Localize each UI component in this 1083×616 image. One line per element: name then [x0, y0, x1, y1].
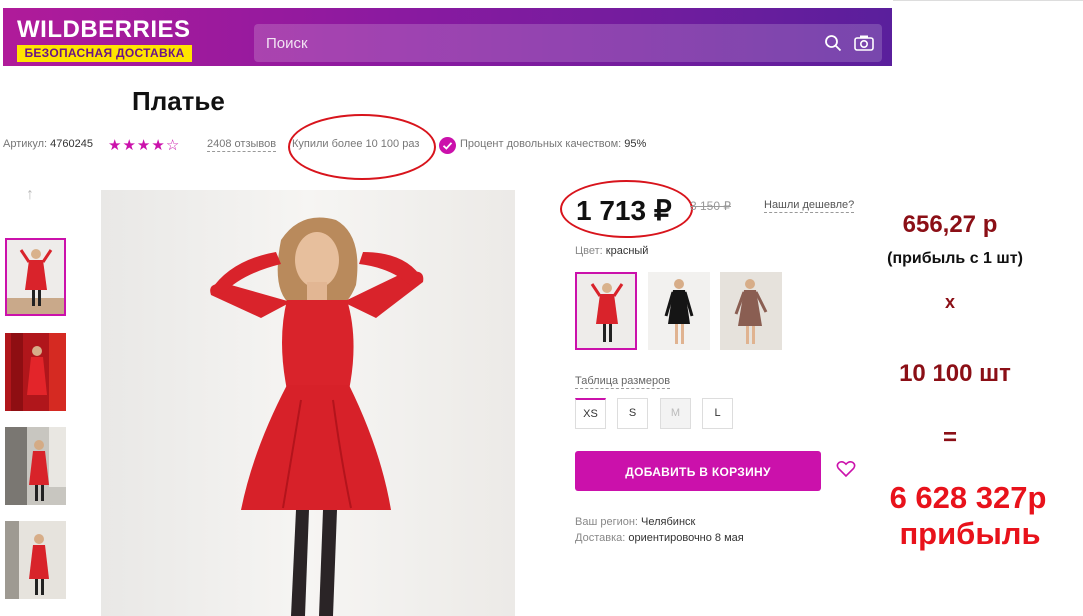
top-border-line	[893, 0, 1083, 1]
star-icon: ★	[151, 137, 165, 154]
annotation-units: 10 100 шт	[899, 360, 1011, 387]
annotation-total: 6 628 327р	[889, 480, 1047, 515]
old-price: 3 150 ₽	[690, 199, 731, 213]
site-header: WILDBERRIES БЕЗОПАСНАЯ ДОСТАВКА	[3, 8, 892, 66]
found-cheaper-label: Нашли дешевле?	[764, 199, 855, 213]
size-table-label: Таблица размеров	[575, 375, 671, 389]
delivery-value: ориентировочно 8 мая	[628, 532, 744, 544]
color-swatch-black[interactable]	[648, 272, 710, 350]
thumbnail-4[interactable]	[5, 521, 66, 599]
annotation-profit-note: (прибыль с 1 шт)	[887, 250, 1023, 267]
add-to-cart-button[interactable]: ДОБАВИТЬ В КОРЗИНУ	[575, 451, 821, 491]
thumbnail-1[interactable]	[5, 238, 66, 316]
highlight-ellipse-bought	[288, 114, 436, 180]
star-empty-icon: ☆	[165, 137, 180, 154]
logo-tagline: БЕЗОПАСНАЯ ДОСТАВКА	[17, 45, 192, 62]
delivery-info: Доставка: ориентировочно 8 мая	[575, 532, 744, 544]
camera-icon[interactable]	[854, 34, 874, 52]
color-label: Цвет:	[575, 245, 603, 257]
search-box	[254, 24, 882, 62]
size-l-button[interactable]: L	[702, 398, 733, 429]
quality-info: Процент довольных качеством: 95%	[460, 138, 646, 150]
size-xs-button[interactable]: XS	[575, 398, 606, 429]
logo-text[interactable]: WILDBERRIES	[17, 18, 191, 42]
star-icon: ★	[122, 137, 136, 154]
delivery-label: Доставка:	[575, 532, 626, 544]
annotation-total-label: прибыль	[899, 516, 1041, 551]
check-icon	[439, 137, 456, 154]
article-info: Артикул: 4760245	[3, 138, 93, 150]
size-table-link[interactable]: Таблица размеров	[575, 375, 671, 389]
article-label: Артикул:	[3, 138, 48, 150]
color-value: красный	[605, 245, 649, 257]
thumbnail-2[interactable]	[5, 333, 66, 411]
annotation-equals: =	[942, 424, 957, 451]
product-main-photo[interactable]	[101, 190, 515, 616]
star-icon: ★	[136, 137, 151, 154]
reviews-link[interactable]: 2408 отзывов	[207, 138, 277, 152]
article-value: 4760245	[50, 138, 93, 150]
thumbnail-3[interactable]	[5, 427, 66, 505]
highlight-ellipse-price	[560, 180, 693, 238]
reviews-count: 2408 отзывов	[207, 138, 277, 152]
thumbs-up-arrow-icon[interactable]: ↑	[26, 186, 34, 204]
color-info: Цвет: красный	[575, 245, 648, 257]
region-value[interactable]: Челябинск	[641, 516, 695, 528]
annotation-times: х	[944, 292, 955, 312]
search-input[interactable]	[254, 24, 818, 62]
color-swatch-brown[interactable]	[720, 272, 782, 350]
size-m-button[interactable]: M	[660, 398, 691, 429]
annotation-profit-per-unit: 656,27 р	[902, 211, 998, 238]
quality-label: Процент довольных качеством:	[460, 138, 622, 150]
favorite-heart-icon[interactable]	[836, 460, 856, 478]
region-info: Ваш регион: Челябинск	[575, 516, 695, 528]
color-swatch-red[interactable]	[575, 272, 637, 350]
size-s-button[interactable]: S	[617, 398, 648, 429]
found-cheaper-link[interactable]: Нашли дешевле?	[764, 199, 855, 213]
product-title: Платье	[132, 86, 225, 116]
quality-value: 95%	[624, 138, 647, 150]
rating-stars[interactable]: ★★★★☆	[108, 136, 180, 155]
region-label: Ваш регион:	[575, 516, 638, 528]
star-icon: ★	[108, 137, 122, 154]
search-icon[interactable]	[824, 34, 842, 52]
